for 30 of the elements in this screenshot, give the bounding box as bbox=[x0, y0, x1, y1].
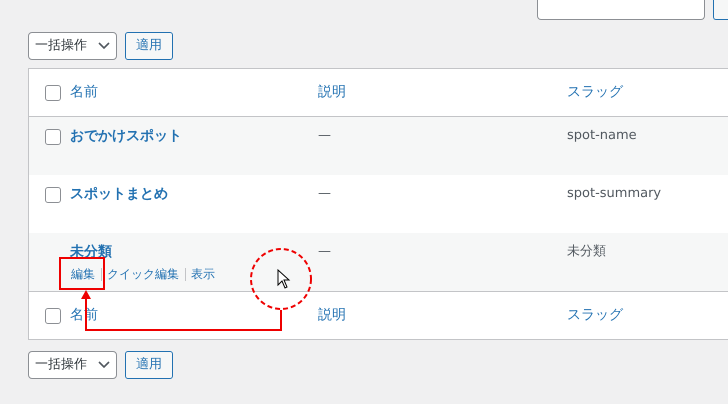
description-cell-text: — bbox=[318, 185, 332, 203]
checkbox[interactable] bbox=[45, 308, 61, 324]
search-button[interactable] bbox=[713, 0, 728, 20]
column-header[interactable]: スラッグ bbox=[567, 305, 623, 326]
category-name-link[interactable]: おでかけスポット bbox=[70, 126, 318, 147]
description-cell-text: — bbox=[318, 127, 332, 145]
row-action-link[interactable]: 表示 bbox=[191, 265, 215, 283]
category-name-link[interactable]: スポットまとめ bbox=[70, 184, 318, 205]
checkbox[interactable] bbox=[45, 187, 61, 203]
apply-button[interactable]: 適用 bbox=[125, 351, 173, 379]
slug-cell-text: spot-name bbox=[567, 127, 637, 145]
apply-button[interactable]: 適用 bbox=[125, 32, 173, 60]
chevron-down-icon bbox=[98, 42, 110, 50]
chevron-down-icon bbox=[98, 361, 110, 369]
description-cell-text: — bbox=[318, 243, 332, 261]
column-header[interactable]: スラッグ bbox=[567, 82, 623, 103]
slug-cell-text: 未分類 bbox=[567, 243, 606, 261]
bulk-action-select[interactable]: 一括操作 bbox=[28, 351, 117, 379]
column-header: 説明 bbox=[318, 306, 347, 325]
slug-cell-text: spot-summary bbox=[567, 185, 662, 203]
column-header[interactable]: 名前 bbox=[70, 82, 318, 103]
bulk-action-select[interactable]: 一括操作 bbox=[28, 32, 117, 60]
checkbox[interactable] bbox=[45, 84, 61, 100]
checkbox[interactable] bbox=[45, 129, 61, 145]
search-field[interactable] bbox=[537, 0, 705, 20]
row-action-link[interactable]: 編集 bbox=[71, 265, 95, 283]
highlight-box bbox=[59, 257, 105, 290]
column-header: 説明 bbox=[318, 83, 347, 102]
row-action-link[interactable]: クイック編集 bbox=[107, 265, 179, 283]
dashed-circle bbox=[250, 248, 312, 310]
